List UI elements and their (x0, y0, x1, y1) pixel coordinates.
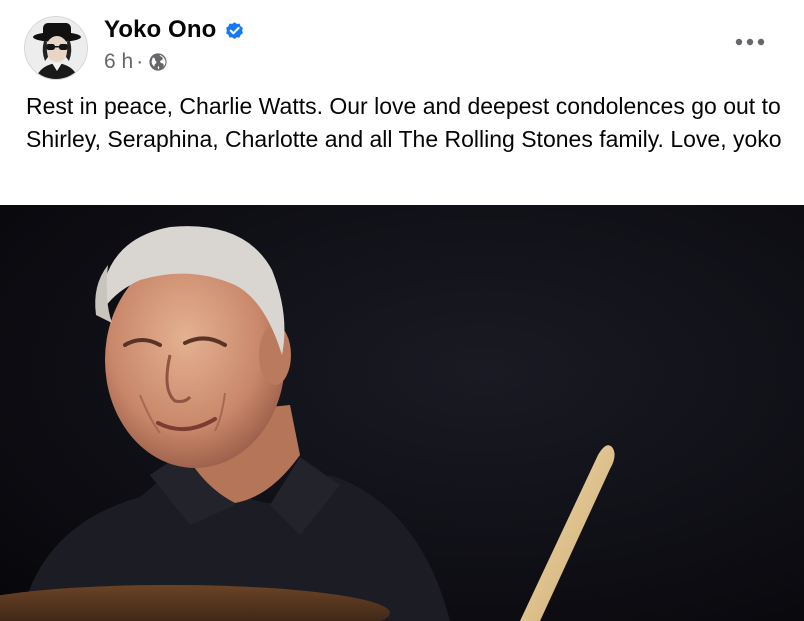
author-name[interactable]: Yoko Ono (104, 16, 216, 44)
post-text: Rest in peace, Charlie Watts. Our love a… (26, 93, 782, 152)
avatar[interactable] (24, 16, 88, 80)
facebook-post: Yoko Ono 6 h · Rest in peace, Charlie Wa… (0, 0, 804, 621)
ellipsis-icon (735, 38, 765, 46)
avatar-photo (25, 17, 87, 79)
post-header: Yoko Ono 6 h · (0, 0, 804, 90)
post-meta: 6 h · (104, 48, 168, 76)
verified-badge-icon (224, 20, 245, 41)
post-timestamp[interactable]: 6 h (104, 50, 133, 74)
post-photo[interactable] (0, 205, 804, 621)
drummer-photo (0, 205, 804, 621)
author-line: Yoko Ono (104, 14, 245, 46)
globe-icon (148, 52, 168, 72)
meta-separator: · (136, 50, 144, 73)
more-options-button[interactable] (732, 30, 768, 54)
